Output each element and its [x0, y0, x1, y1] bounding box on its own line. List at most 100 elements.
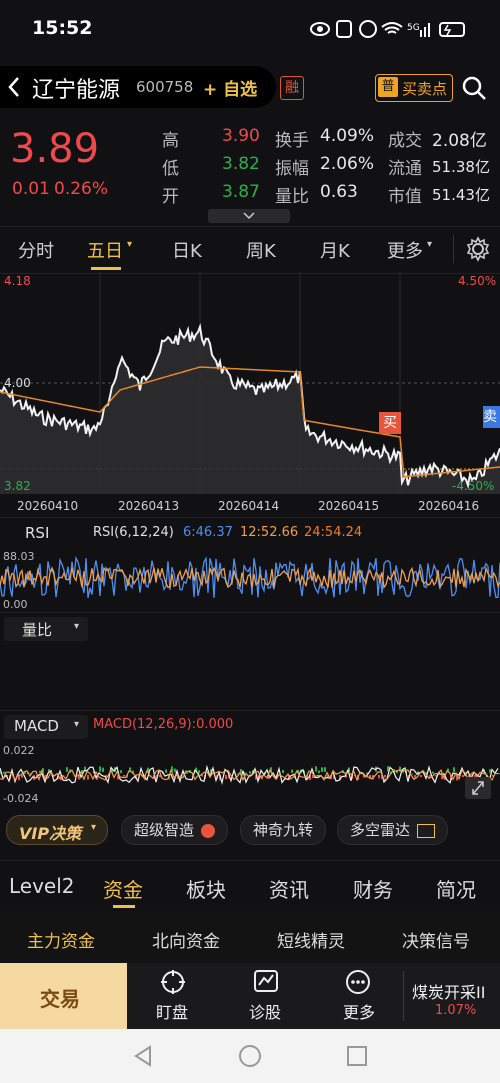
vip-label: VIP决策 — [19, 824, 82, 843]
macd-bar — [324, 767, 326, 772]
header: 辽宁能源 600758 + 自选 融 普 买卖点 — [0, 62, 500, 112]
date-label: 20260413 — [118, 499, 180, 513]
back-nav-icon[interactable] — [132, 1045, 154, 1067]
trade-point-badge: 普 — [378, 77, 398, 97]
back-icon[interactable] — [6, 75, 22, 99]
home-nav-icon[interactable] — [238, 1044, 262, 1068]
dropdown-icon: ▾ — [427, 239, 433, 250]
quote-panel: 3.89 0.01 0.26% 高 3.90 换手 4.09% 成交 2.08亿… — [0, 118, 500, 226]
svg-text:5G: 5G — [407, 23, 420, 33]
rsi-params: RSI(6,12,24) — [93, 525, 174, 540]
status-icons: 5G — [310, 20, 465, 38]
tab-daily-k[interactable]: 日K — [172, 237, 202, 263]
macd-bar — [414, 775, 416, 778]
sell-signal-marker[interactable]: 卖 — [483, 406, 500, 428]
chip-label: 多空雷达 — [350, 821, 411, 839]
more-label: 更多 — [343, 1003, 376, 1022]
margin-badge: 融 — [280, 76, 304, 100]
volume-ratio-panel: 量比 ▾ — [0, 612, 500, 711]
stat-value: 3.82 — [222, 154, 260, 174]
tab-weekly-k[interactable]: 周K — [246, 237, 276, 263]
macd-bar — [225, 775, 227, 780]
divider — [403, 971, 404, 1021]
tab-sector[interactable]: 板块 — [186, 874, 226, 903]
dropdown-icon: ▾ — [74, 719, 80, 730]
macd-bar — [198, 770, 200, 774]
macd-chart — [0, 764, 500, 785]
buy-signal-marker[interactable]: 买 — [379, 412, 401, 434]
y-axis-top: 4.18 — [4, 274, 31, 288]
chip-super-manufacturing[interactable]: 超级智造 — [121, 815, 228, 845]
trade-point-button[interactable]: 普 买卖点 — [375, 74, 453, 102]
stat-value: 2.08亿 — [432, 131, 487, 151]
recents-nav-icon[interactable] — [346, 1045, 368, 1067]
chip-label: 超级智造 — [134, 821, 195, 839]
vip-decision-button[interactable]: VIP决策 ▾ — [6, 815, 108, 845]
status-bar: 15:52 5G — [0, 0, 500, 56]
macd-panel: MACD ▾ MACD(12,26,9):0.000 0.022 -0.024 — [0, 710, 500, 811]
rsi6-value: 6:46.37 — [183, 525, 233, 540]
sector-ticker[interactable]: 煤炭开采II 1.07% — [405, 963, 500, 1029]
active-tab-indicator — [91, 267, 121, 270]
macd-bar — [432, 771, 434, 774]
macd-bar — [282, 770, 284, 774]
search-icon[interactable] — [461, 75, 487, 101]
expand-quote-button[interactable] — [208, 209, 290, 223]
target-icon — [161, 970, 185, 994]
macd-bar — [165, 769, 167, 773]
date-label: 20260414 — [218, 499, 280, 513]
tab-short-term-spirit[interactable]: 短线精灵 — [277, 927, 345, 952]
trade-button[interactable]: 交易 — [0, 963, 127, 1029]
tab-main-funds[interactable]: 主力资金 — [27, 927, 95, 952]
stat-label: 成交 — [388, 131, 422, 151]
more-button[interactable]: 更多 — [316, 963, 402, 1029]
stat-label: 低 — [162, 159, 179, 179]
price-chart[interactable] — [0, 272, 500, 494]
date-label: 20260416 — [418, 499, 480, 513]
tab-decision-signal[interactable]: 决策信号 — [402, 927, 470, 952]
stat-label: 量比 — [275, 187, 309, 207]
macd-selector[interactable]: MACD ▾ — [4, 715, 88, 739]
stat-label: 市值 — [388, 187, 422, 207]
y-axis-bottom: 3.82 — [4, 479, 31, 493]
date-axis: 20260410 20260413 20260414 20260415 2026… — [0, 495, 500, 517]
stat-label: 振幅 — [275, 159, 309, 179]
system-nav-bar — [0, 1029, 500, 1083]
volume-ratio-label: 量比 — [22, 621, 53, 639]
watch-button[interactable]: 盯盘 — [130, 963, 216, 1029]
macd-bar — [99, 766, 101, 772]
chip-long-short-radar[interactable]: 多空雷达 — [337, 815, 448, 845]
tab-five-day[interactable]: 五日 — [87, 237, 123, 263]
macd-bar — [249, 771, 251, 774]
volume-ratio-selector[interactable]: 量比 ▾ — [4, 617, 88, 641]
macd-bar — [384, 775, 386, 778]
fullscreen-button[interactable] — [465, 777, 491, 799]
tab-profile[interactable]: 简况 — [436, 874, 476, 903]
stat-label: 开 — [162, 187, 179, 207]
tab-intraday[interactable]: 分时 — [18, 237, 54, 263]
gear-icon[interactable] — [465, 236, 491, 262]
divider — [453, 235, 454, 263]
chart-period-tabs: 分时 五日 ▾ 日K 周K 月K 更多 ▾ — [0, 226, 500, 274]
rsi-label[interactable]: RSI — [25, 524, 49, 542]
tab-level2[interactable]: Level2 — [9, 874, 75, 898]
watch-label: 盯盘 — [156, 1003, 189, 1022]
macd-bar — [315, 766, 317, 772]
tab-funds[interactable]: 资金 — [103, 874, 143, 903]
bottom-action-bar: 交易 盯盘 诊股 更多 煤炭开采II 1.07% — [0, 963, 500, 1029]
diagnose-button[interactable]: 诊股 — [222, 963, 308, 1029]
chip-magic-nine[interactable]: 神奇九转 — [240, 815, 327, 845]
rsi12-value: 12:52.66 — [240, 525, 299, 540]
tab-monthly-k[interactable]: 月K — [320, 237, 350, 263]
sector-name: 煤炭开采II — [412, 983, 486, 1002]
funds-subtabs: 主力资金 北向资金 短线精灵 决策信号 — [0, 911, 500, 963]
tab-more[interactable]: 更多 — [387, 237, 423, 263]
macd-bar — [291, 769, 293, 773]
stat-value: 4.09% — [320, 126, 375, 146]
tab-northbound[interactable]: 北向资金 — [152, 927, 220, 952]
macd-bar — [120, 770, 122, 774]
tab-news[interactable]: 资讯 — [269, 874, 309, 903]
add-watchlist-button[interactable]: + 自选 — [203, 75, 257, 100]
macd-bar — [21, 775, 23, 778]
tab-financials[interactable]: 财务 — [353, 874, 393, 903]
